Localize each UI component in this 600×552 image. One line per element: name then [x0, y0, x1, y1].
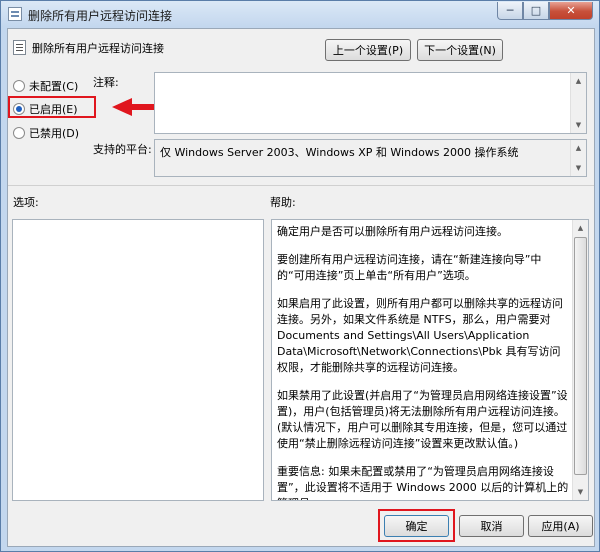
radio-disabled[interactable]: 已禁用(D) [13, 125, 79, 141]
window-title: 删除所有用户远程访问连接 [28, 9, 173, 23]
help-paragraph: 如果启用了此设置，则所有用户都可以删除共享的远程访问连接。另外，如果文件系统是 … [277, 297, 563, 374]
dialog-client-area: 删除所有用户远程访问连接 上一个设置(P) 下一个设置(N) 未配置(C) 已启… [7, 28, 595, 547]
platform-scrollbar[interactable]: ▲ ▼ [570, 140, 586, 176]
options-label: 选项: [13, 196, 39, 209]
maximize-button[interactable]: □ [523, 2, 549, 20]
comment-label: 注释: [93, 76, 119, 89]
ok-button[interactable]: 确定 [384, 515, 449, 537]
options-panel [12, 219, 264, 501]
enabled-highlight-box [8, 96, 96, 118]
help-label: 帮助: [270, 196, 296, 209]
comment-textarea[interactable]: ▲ ▼ [154, 72, 587, 134]
policy-window-icon [8, 7, 22, 21]
scroll-thumb[interactable] [574, 237, 587, 475]
radio-circle [13, 80, 25, 92]
section-divider [8, 185, 594, 186]
comment-scrollbar[interactable]: ▲ ▼ [570, 73, 586, 133]
close-button[interactable]: ✕ [549, 2, 593, 20]
scroll-down-arrow-icon[interactable]: ▼ [573, 484, 588, 500]
scroll-up-arrow-icon[interactable]: ▲ [571, 140, 586, 156]
scroll-up-arrow-icon[interactable]: ▲ [571, 73, 586, 89]
help-text: 确定用户是否可以删除所有用户远程访问连接。 要创建所有用户远程访问连接，请在“新… [277, 224, 569, 500]
next-setting-button[interactable]: 下一个设置(N) [417, 39, 503, 61]
caption-buttons: ─ □ ✕ [497, 2, 593, 20]
help-paragraph: 重要信息: 如果未配置或禁用了“为管理员启用网络连接设置”，此设置将不适用于 W… [277, 465, 569, 500]
setting-title: 删除所有用户远程访问连接 [32, 42, 164, 55]
apply-button[interactable]: 应用(A) [528, 515, 593, 537]
platform-box: 仅 Windows Server 2003、Windows XP 和 Windo… [154, 139, 587, 177]
dialog-window: 删除所有用户远程访问连接 ─ □ ✕ 删除所有用户远程访问连接 上一个设置(P)… [0, 0, 600, 552]
minimize-button[interactable]: ─ [497, 2, 523, 20]
help-scrollbar[interactable]: ▲ ▼ [572, 220, 588, 500]
setting-icon [13, 40, 26, 55]
scroll-down-arrow-icon[interactable]: ▼ [571, 160, 586, 176]
cancel-button[interactable]: 取消 [459, 515, 524, 537]
scroll-up-arrow-icon[interactable]: ▲ [573, 220, 588, 236]
radio-label: 未配置(C) [29, 80, 79, 93]
help-paragraph: 如果禁用了此设置(并启用了“为管理员启用网络连接设置”设置)，用户(包括管理员)… [277, 389, 568, 450]
platform-value: 仅 Windows Server 2003、Windows XP 和 Windo… [160, 146, 519, 159]
help-paragraph: 要创建所有用户远程访问连接，请在“新建连接向导”中的“可用连接”页上单击“所有用… [277, 253, 542, 282]
scroll-down-arrow-icon[interactable]: ▼ [571, 117, 586, 133]
previous-setting-button[interactable]: 上一个设置(P) [325, 39, 411, 61]
radio-not-configured[interactable]: 未配置(C) [13, 78, 78, 94]
platform-label: 支持的平台: [93, 143, 152, 156]
radio-label: 已禁用(D) [29, 127, 80, 140]
radio-circle [13, 127, 25, 139]
help-panel[interactable]: 确定用户是否可以删除所有用户远程访问连接。 要创建所有用户远程访问连接，请在“新… [271, 219, 589, 501]
title-bar[interactable]: 删除所有用户远程访问连接 ─ □ ✕ [1, 1, 599, 27]
help-paragraph: 确定用户是否可以删除所有用户远程访问连接。 [277, 225, 508, 238]
